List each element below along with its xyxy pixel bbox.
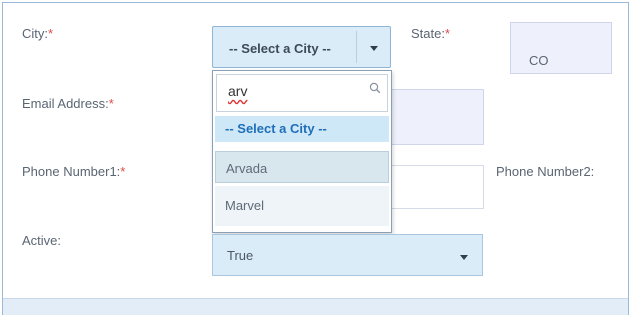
select-divider bbox=[356, 31, 357, 63]
active-label: Active: bbox=[22, 233, 62, 248]
phone1-field[interactable] bbox=[388, 165, 484, 209]
chevron-down-icon[interactable] bbox=[460, 255, 468, 260]
required-marker: * bbox=[48, 26, 54, 41]
city-select-value: -- Select a City -- bbox=[229, 41, 331, 56]
required-marker: * bbox=[108, 96, 114, 111]
email-field[interactable] bbox=[388, 89, 484, 145]
city-option-arvada[interactable]: Arvada bbox=[215, 151, 389, 183]
city-option-marvel[interactable]: Marvel bbox=[215, 186, 389, 226]
required-marker: * bbox=[444, 26, 451, 41]
chevron-down-icon[interactable] bbox=[370, 46, 378, 51]
email-label: Email Address:* bbox=[22, 96, 114, 111]
city-search-input[interactable]: arv bbox=[216, 74, 388, 112]
state-field[interactable]: CO bbox=[510, 22, 612, 74]
city-option-placeholder[interactable]: -- Select a City -- bbox=[215, 116, 389, 142]
city-search-value: arv bbox=[228, 83, 248, 99]
city-dropdown: arv -- Select a City -- Arvada Marvel bbox=[212, 70, 392, 233]
active-select-value: True bbox=[227, 248, 254, 263]
search-icon bbox=[369, 81, 381, 99]
city-label: City:* bbox=[22, 26, 54, 41]
phone1-label: Phone Number1:* bbox=[22, 164, 126, 179]
footer-bar bbox=[3, 298, 628, 315]
city-select[interactable]: -- Select a City -- bbox=[212, 26, 391, 68]
required-marker: * bbox=[120, 164, 126, 179]
active-select[interactable]: True bbox=[212, 234, 483, 276]
phone2-label: Phone Number2: bbox=[496, 164, 595, 179]
state-label: State:* bbox=[411, 26, 451, 41]
